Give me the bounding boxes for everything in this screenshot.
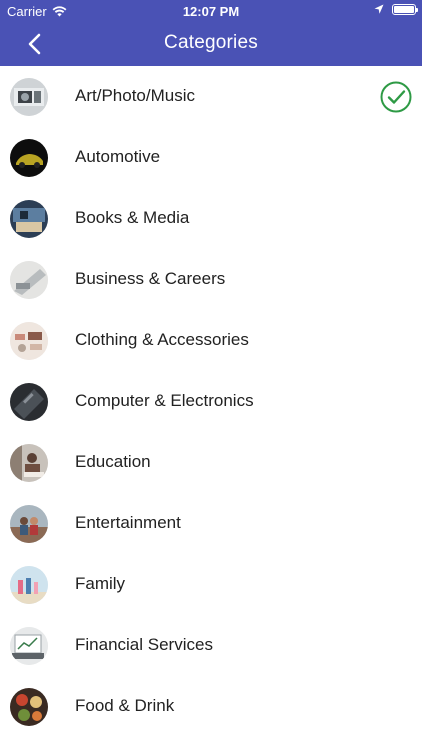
category-label: Books & Media (75, 208, 190, 227)
category-row-financial-services[interactable]: Financial Services (0, 615, 422, 676)
status-bar: Carrier 12:07 PM (0, 0, 422, 22)
business-careers-thumbnail (10, 261, 48, 299)
category-label: Clothing & Accessories (75, 330, 249, 349)
category-label: Entertainment (75, 513, 181, 532)
computer-electronics-thumbnail (10, 383, 48, 421)
page-title: Categories (164, 32, 258, 53)
battery-icon (392, 4, 418, 15)
status-right-group (374, 4, 418, 15)
category-list: Art/Photo/Music Automotive Books & Media… (0, 66, 422, 737)
category-row-art-photo-music[interactable]: Art/Photo/Music (0, 66, 422, 127)
financial-services-thumbnail (10, 627, 48, 665)
clothing-accessories-thumbnail (10, 322, 48, 360)
category-row-entertainment[interactable]: Entertainment (0, 493, 422, 554)
navigation-bar: Categories (0, 22, 422, 66)
category-row-family[interactable]: Family (0, 554, 422, 615)
category-row-education[interactable]: Education (0, 432, 422, 493)
category-label: Education (75, 452, 151, 471)
category-label: Automotive (75, 147, 161, 166)
automotive-thumbnail (10, 139, 48, 177)
category-row-business-careers[interactable]: Business & Careers (0, 249, 422, 310)
category-row-automotive[interactable]: Automotive (0, 127, 422, 188)
location-icon (374, 4, 384, 14)
status-time: 12:07 PM (182, 4, 240, 19)
category-row-books-media[interactable]: Books & Media (0, 188, 422, 249)
category-label: Computer & Electronics (75, 391, 254, 410)
family-thumbnail (10, 566, 48, 604)
category-label: Art/Photo/Music (75, 86, 195, 105)
category-label: Business & Careers (75, 269, 226, 288)
category-label: Financial Services (75, 635, 213, 654)
category-label: Food & Drink (75, 696, 175, 715)
checkmark-circle-icon (380, 81, 412, 113)
category-row-food-drink[interactable]: Food & Drink (0, 676, 422, 737)
category-label: Family (75, 574, 126, 593)
education-thumbnail (10, 444, 48, 482)
category-row-computer-electronics[interactable]: Computer & Electronics (0, 371, 422, 432)
food-drink-thumbnail (10, 688, 48, 726)
art-photo-music-thumbnail (10, 78, 48, 116)
category-row-clothing-accessories[interactable]: Clothing & Accessories (0, 310, 422, 371)
books-media-thumbnail (10, 200, 48, 238)
entertainment-thumbnail (10, 505, 48, 543)
